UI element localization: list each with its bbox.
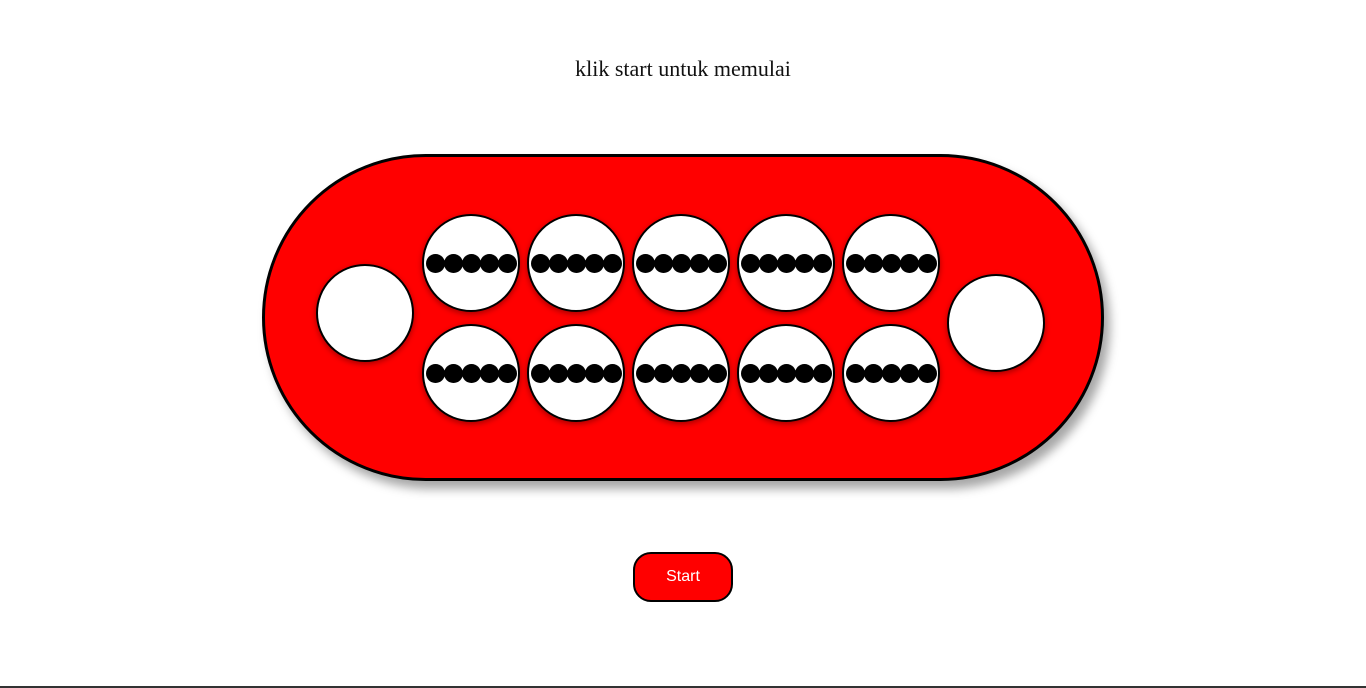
seed [461, 363, 481, 383]
seed [863, 363, 883, 383]
bottom-row-pit[interactable] [632, 324, 730, 422]
seed [530, 363, 550, 383]
seed [758, 363, 778, 383]
top-row-pit[interactable] [632, 214, 730, 312]
seed-group [635, 363, 727, 383]
seed [479, 253, 499, 273]
seed [671, 253, 691, 273]
seed [689, 253, 709, 273]
top-row-pit[interactable] [737, 214, 835, 312]
left-store [316, 264, 414, 362]
seed [635, 253, 655, 273]
seed [425, 253, 445, 273]
seed [794, 363, 814, 383]
seed [812, 363, 832, 383]
seed [671, 363, 691, 383]
status-message: klik start untuk memulai [575, 56, 791, 81]
seed [776, 363, 796, 383]
seed [548, 363, 568, 383]
bottom-row-pit[interactable] [422, 324, 520, 422]
seed [740, 253, 760, 273]
seed [899, 253, 919, 273]
seed [881, 363, 901, 383]
seed [443, 363, 463, 383]
top-row-pit[interactable] [527, 214, 625, 312]
seed [740, 363, 760, 383]
seed [497, 253, 517, 273]
mancala-board [262, 154, 1104, 481]
seed [584, 253, 604, 273]
seed [707, 363, 727, 383]
seed-group [425, 363, 517, 383]
seed [548, 253, 568, 273]
seed [917, 253, 937, 273]
seed [566, 253, 586, 273]
seed [653, 253, 673, 273]
top-row-pit[interactable] [422, 214, 520, 312]
seed [653, 363, 673, 383]
seed [443, 253, 463, 273]
seed [758, 253, 778, 273]
seed [461, 253, 481, 273]
seed [881, 253, 901, 273]
seed [776, 253, 796, 273]
bottom-row-pit[interactable] [737, 324, 835, 422]
seed [917, 363, 937, 383]
seed-group [740, 363, 832, 383]
seed [812, 253, 832, 273]
seed [530, 253, 550, 273]
seed [584, 363, 604, 383]
bottom-row-pit[interactable] [842, 324, 940, 422]
top-row-pit[interactable] [842, 214, 940, 312]
seed-group [635, 253, 727, 273]
seed-group [845, 363, 937, 383]
right-store [947, 274, 1045, 372]
seed-group [530, 253, 622, 273]
seed [863, 253, 883, 273]
seed-group [530, 363, 622, 383]
seed [845, 363, 865, 383]
seed-group [740, 253, 832, 273]
seed [602, 363, 622, 383]
seed [566, 363, 586, 383]
seed-group [845, 253, 937, 273]
seed [479, 363, 499, 383]
start-button[interactable]: Start [633, 552, 733, 602]
seed [707, 253, 727, 273]
seed-group [425, 253, 517, 273]
seed [497, 363, 517, 383]
seed [899, 363, 919, 383]
seed [689, 363, 709, 383]
game-page: klik start untuk memulai Start [0, 0, 1366, 688]
seed [425, 363, 445, 383]
seed [845, 253, 865, 273]
seed [794, 253, 814, 273]
seed [635, 363, 655, 383]
bottom-row-pit[interactable] [527, 324, 625, 422]
seed [602, 253, 622, 273]
